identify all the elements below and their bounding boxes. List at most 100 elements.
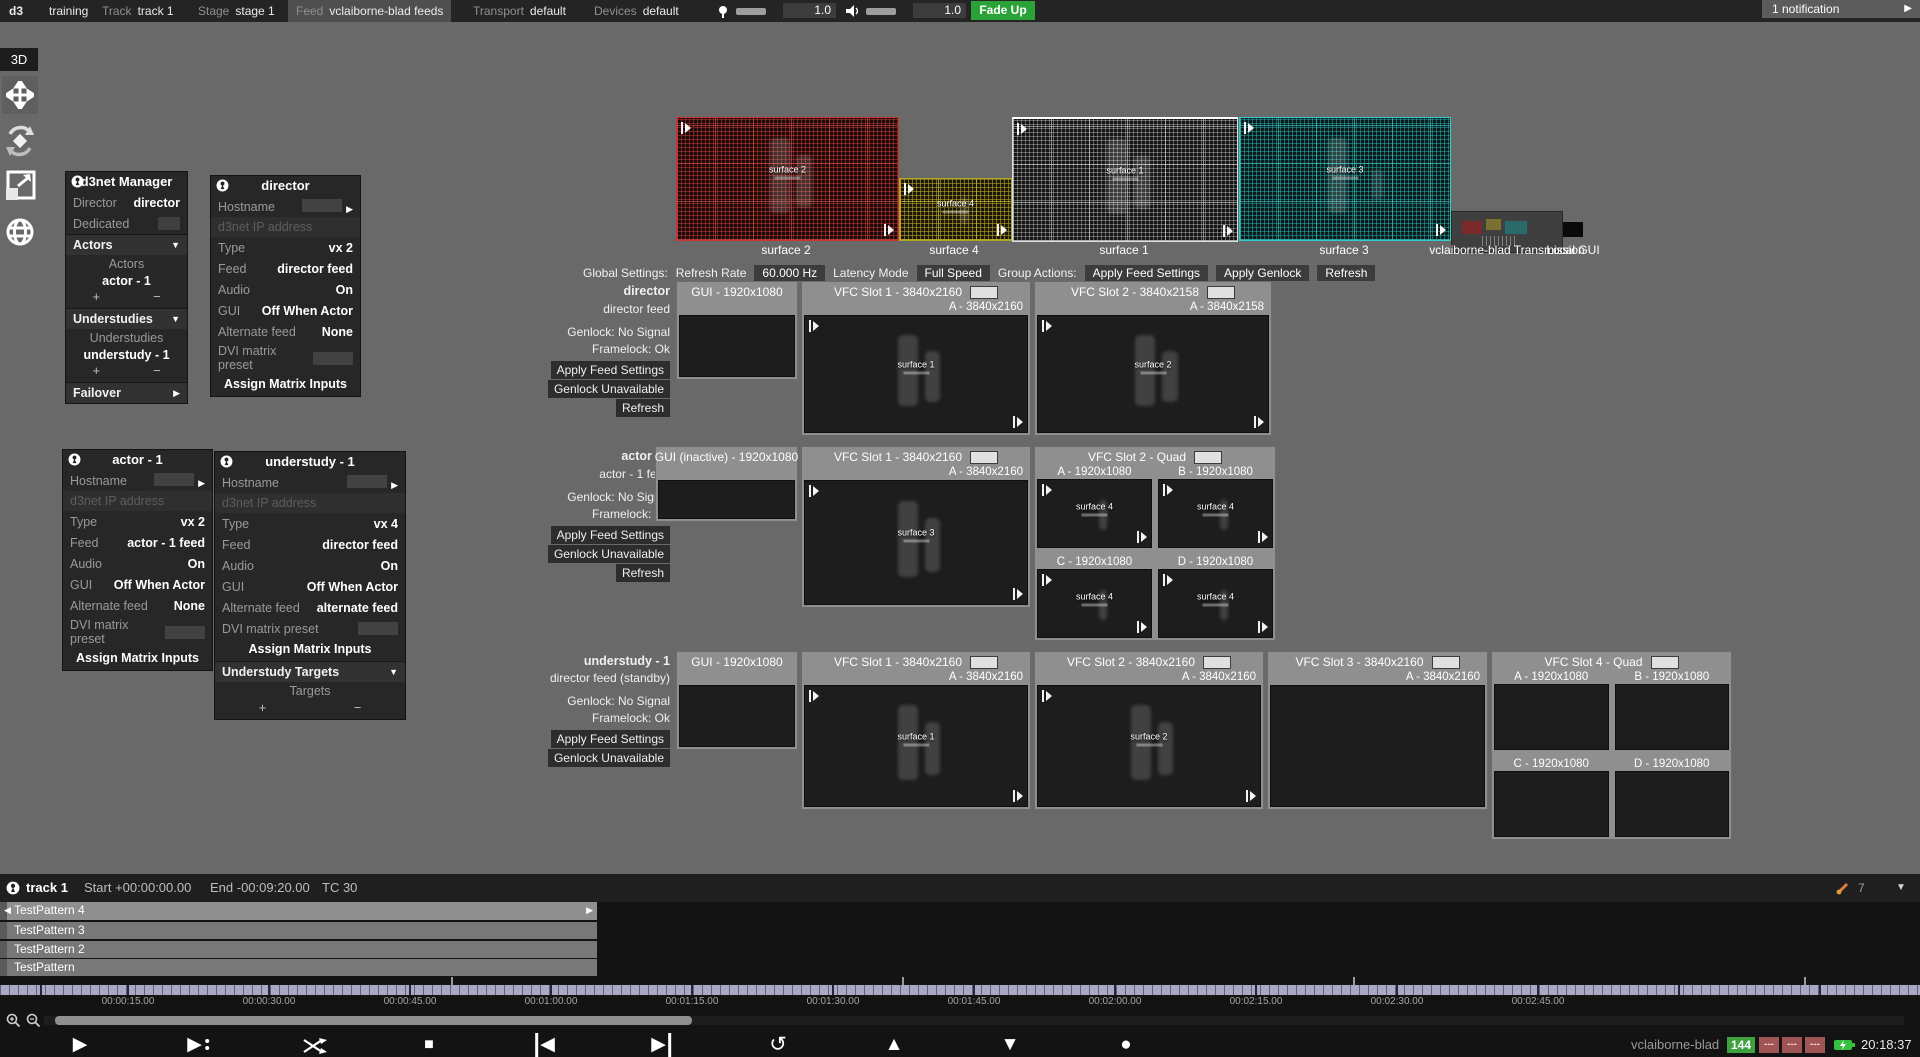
gui-row[interactable]: GUI Off When Actor [63,574,212,595]
pin-icon[interactable] [220,455,233,468]
move-tool-button[interactable] [2,76,38,114]
chevron-down-icon[interactable]: ▼ [171,314,180,324]
genlock-unavailable-button[interactable]: Genlock Unavailable [548,749,670,767]
type-row[interactable]: Type vx 2 [63,511,212,532]
output-checkbox[interactable] [1194,451,1222,464]
add-target-button[interactable]: + [259,700,267,715]
quad-output-b[interactable]: B - 1920x1080 surface 4 [1158,465,1273,548]
actor-panel-title[interactable]: actor - 1 [63,450,212,470]
understudies-section-header[interactable]: Understudies ▼ [66,308,187,329]
failover-section-header[interactable]: Failover ▶ [66,382,187,403]
output-vfc-slot-2[interactable]: VFC Slot 2 - 3840x2158 A - 3840x2158 sur… [1035,282,1271,435]
stop-button[interactable]: ■ [424,1033,434,1057]
local-gui-rect[interactable] [1563,222,1583,237]
quad-output-b[interactable]: B - 1920x1080 [1615,670,1730,750]
pin-icon[interactable] [6,881,20,895]
transport-menu[interactable]: Transportdefault [473,0,566,22]
track-tool-count[interactable]: 7 [1858,874,1865,902]
type-value[interactable]: vx 2 [181,515,205,529]
dvi-matrix-row[interactable]: DVI matrix preset [211,342,360,374]
loop-sections-button[interactable] [303,1037,327,1057]
actor-list-item[interactable]: actor - 1 [66,273,187,289]
output-checkbox[interactable] [970,286,998,299]
apply-feed-settings-button[interactable]: Apply Feed Settings [551,730,670,748]
gui-row[interactable]: GUI Off When Actor [215,576,405,597]
devices-menu[interactable]: Devicesdefault [594,0,679,22]
apply-feed-settings-button[interactable]: Apply Feed Settings [1085,265,1208,281]
alternate-feed-row[interactable]: Alternate feed alternate feed [215,597,405,618]
color-tool-icon[interactable] [1836,882,1849,895]
genlock-unavailable-button[interactable]: Genlock Unavailable [548,380,670,398]
feed-rect-surface-1[interactable]: surface 1 [1012,117,1238,242]
output-checkbox[interactable] [1651,656,1679,669]
refresh-button[interactable]: Refresh [1317,265,1375,281]
track-title[interactable]: track 1 [26,874,68,902]
understudy-targets-section-header[interactable]: Understudy Targets ▼ [215,661,405,682]
apply-genlock-button[interactable]: Apply Genlock [1216,265,1309,281]
d3net-manager-title[interactable]: d3net Manager [66,172,187,192]
scale-tool-button[interactable] [2,168,38,204]
output-vfc-slot-2-quad[interactable]: VFC Slot 2 - Quad A - 1920x1080 surface … [1035,447,1275,640]
hostname-row[interactable]: Hostname ▶ [63,470,212,491]
output-gui[interactable]: GUI - 1920x1080 [677,652,797,749]
section-marker[interactable] [902,977,904,985]
brightness-slider[interactable] [736,8,766,15]
latency-mode-value[interactable]: Full Speed [917,265,990,281]
track-start[interactable]: Start +00:00:00.00 [84,874,191,902]
audio-row[interactable]: Audio On [63,553,212,574]
alternate-feed-value[interactable]: None [322,325,353,339]
output-checkbox[interactable] [1203,656,1231,669]
hostname-input[interactable] [347,475,387,488]
output-vfc-slot-3[interactable]: VFC Slot 3 - 3840x2160 A - 3840x2160 [1268,652,1487,809]
refresh-button[interactable]: Refresh [616,564,670,582]
track-collapse-icon[interactable]: ▼ [1896,874,1906,902]
feed-menu[interactable]: Feedvclaiborne-blad feeds [288,0,451,22]
dvi-matrix-input[interactable] [313,352,353,365]
apply-feed-settings-button[interactable]: Apply Feed Settings [551,361,670,379]
add-understudy-button[interactable]: + [92,363,100,378]
globe-tool-button[interactable] [2,214,38,250]
d3-logo[interactable]: d3 [9,0,23,22]
assign-matrix-inputs-button[interactable]: Assign Matrix Inputs [215,639,405,661]
dedicated-checkbox[interactable] [158,217,180,230]
alternate-feed-value[interactable]: alternate feed [317,601,398,615]
add-actor-button[interactable]: + [92,289,100,304]
layer-testpattern-4[interactable]: ◀ TestPattern 4 ▶ [0,902,597,920]
gui-value[interactable]: Off When Actor [114,578,205,592]
layer-testpattern-3[interactable]: TestPattern 3 [0,922,597,939]
track-menu[interactable]: Tracktrack 1 [102,0,174,22]
layer-testpattern[interactable]: TestPattern [0,959,597,976]
feed-value[interactable]: director feed [322,538,398,552]
alternate-feed-row[interactable]: Alternate feed None [63,595,212,616]
pin-icon[interactable] [216,179,229,192]
record-button[interactable]: ● [1120,1033,1131,1057]
notification-button[interactable]: 1 notification ▶ [1762,0,1920,18]
volume-slider[interactable] [866,8,896,15]
chevron-right-icon[interactable]: ▶ [346,204,353,214]
rotate-tool-button[interactable] [2,122,38,160]
output-gui[interactable]: GUI - 1920x1080 [677,282,797,379]
chevron-right-icon[interactable]: ▶ [198,478,205,488]
apply-feed-settings-button[interactable]: Apply Feed Settings [551,526,670,544]
feed-value[interactable]: actor - 1 feed [127,536,205,550]
output-vfc-slot-1[interactable]: VFC Slot 1 - 3840x2160 A - 3840x2160 sur… [802,652,1030,809]
stage-value[interactable]: stage 1 [235,4,274,18]
genlock-unavailable-button[interactable]: Genlock Unavailable [548,545,670,563]
view-3d-button[interactable]: 3D [0,48,38,71]
alternate-feed-value[interactable]: None [174,599,205,613]
audio-value[interactable]: On [336,283,353,297]
actors-section-header[interactable]: Actors ▼ [66,234,187,255]
output-checkbox[interactable] [970,451,998,464]
stage-menu[interactable]: Stagestage 1 [198,0,275,22]
fade-up-button[interactable]: Fade Up [971,1,1035,20]
quad-output-a[interactable]: A - 1920x1080 surface 4 [1037,465,1152,548]
hostname-input[interactable] [154,473,194,486]
output-checkbox[interactable] [1432,656,1460,669]
director-row[interactable]: Director director [66,192,187,213]
machine-feed[interactable]: director feed (standby) [550,671,670,685]
director-panel-title[interactable]: director [211,176,360,196]
volume-value[interactable]: 1.0 [913,3,966,18]
gui-value[interactable]: Off When Actor [307,580,398,594]
zoom-in-icon[interactable] [6,1013,21,1028]
type-row[interactable]: Type vx 2 [211,237,360,258]
